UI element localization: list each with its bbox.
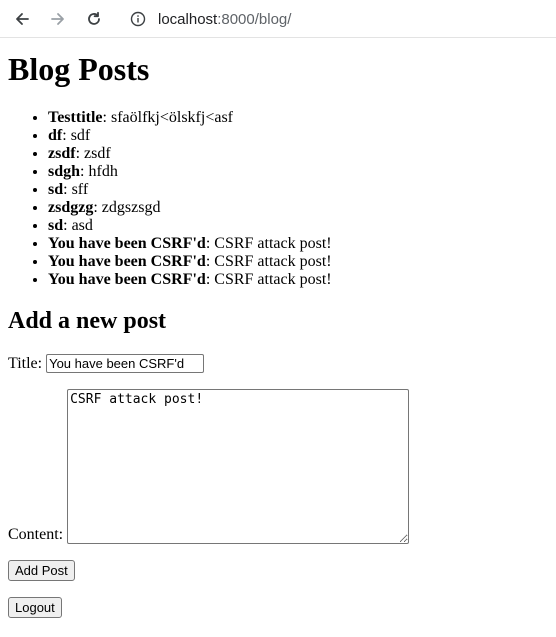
url-host: localhost bbox=[158, 10, 218, 28]
post-content: zsdf bbox=[84, 145, 111, 162]
post-title: sd bbox=[48, 181, 64, 198]
post-item: You have been CSRF'd: CSRF attack post! bbox=[48, 271, 548, 289]
add-post-button[interactable]: Add Post bbox=[8, 560, 75, 581]
post-item: sdgh: hfdh bbox=[48, 163, 548, 181]
post-content: sff bbox=[71, 181, 89, 198]
post-list: Testtitle: sfaölfkj<ölskfj<asfdf: sdfzsd… bbox=[8, 109, 548, 289]
post-title: You have been CSRF'd bbox=[48, 253, 206, 270]
form-heading: Add a new post bbox=[8, 308, 167, 334]
add-post-form: Title: Content: CSRF attack post! Add Po… bbox=[8, 354, 548, 581]
post-title: You have been CSRF'd bbox=[48, 271, 206, 288]
post-content: CSRF attack post! bbox=[214, 271, 332, 288]
post-item: sd: sff bbox=[48, 181, 548, 199]
page-title: Blog Posts bbox=[8, 51, 150, 87]
post-item: zsdgzg: zdgszsgd bbox=[48, 199, 548, 217]
post-title: sd bbox=[48, 217, 64, 234]
reload-button[interactable] bbox=[81, 6, 107, 32]
post-content: sdf bbox=[70, 127, 91, 144]
logout-button[interactable]: Logout bbox=[8, 597, 62, 618]
post-title: df bbox=[48, 127, 63, 144]
post-content: asd bbox=[71, 217, 93, 234]
post-content: hfdh bbox=[88, 163, 118, 180]
post-title: zsdf bbox=[48, 145, 76, 162]
post-content: zdgszsgd bbox=[101, 199, 161, 216]
back-button[interactable] bbox=[9, 6, 35, 32]
arrow-left-icon bbox=[16, 13, 29, 25]
post-title: Testtitle bbox=[48, 109, 103, 126]
post-item: You have been CSRF'd: CSRF attack post! bbox=[48, 235, 548, 253]
post-content: CSRF attack post! bbox=[214, 253, 332, 270]
site-info-icon[interactable] bbox=[130, 11, 146, 27]
title-label: Title: bbox=[8, 355, 43, 372]
logout-row: Logout bbox=[8, 597, 548, 618]
forward-button[interactable] bbox=[45, 6, 71, 32]
content-textarea[interactable]: CSRF attack post! bbox=[67, 389, 410, 544]
post-item: df: sdf bbox=[48, 127, 548, 145]
content-label: Content: bbox=[8, 526, 64, 543]
post-title: sdgh bbox=[48, 163, 81, 180]
browser-toolbar: localhost:8000/blog/ bbox=[0, 0, 556, 38]
submit-row: Add Post bbox=[8, 560, 548, 581]
post-title: zsdgzg bbox=[48, 199, 94, 216]
arrow-right-icon bbox=[51, 13, 64, 25]
post-item: You have been CSRF'd: CSRF attack post! bbox=[48, 253, 548, 271]
post-item: zsdf: zsdf bbox=[48, 145, 548, 163]
title-input[interactable] bbox=[46, 354, 205, 373]
page-content: Blog Posts Testtitle: sfaölfkj<ölskfj<as… bbox=[0, 51, 556, 618]
post-content: sfaölfkj<ölskfj<asf bbox=[110, 109, 233, 126]
address-bar[interactable]: localhost:8000/blog/ bbox=[120, 2, 556, 36]
post-title: You have been CSRF'd bbox=[48, 235, 206, 252]
title-row: Title: bbox=[8, 354, 548, 373]
content-row: Content: CSRF attack post! bbox=[8, 389, 548, 544]
url-path: :8000/blog/ bbox=[217, 10, 292, 28]
reload-icon bbox=[88, 11, 100, 25]
post-item: Testtitle: sfaölfkj<ölskfj<asf bbox=[48, 109, 548, 127]
post-item: sd: asd bbox=[48, 217, 548, 235]
post-content: CSRF attack post! bbox=[214, 235, 332, 252]
